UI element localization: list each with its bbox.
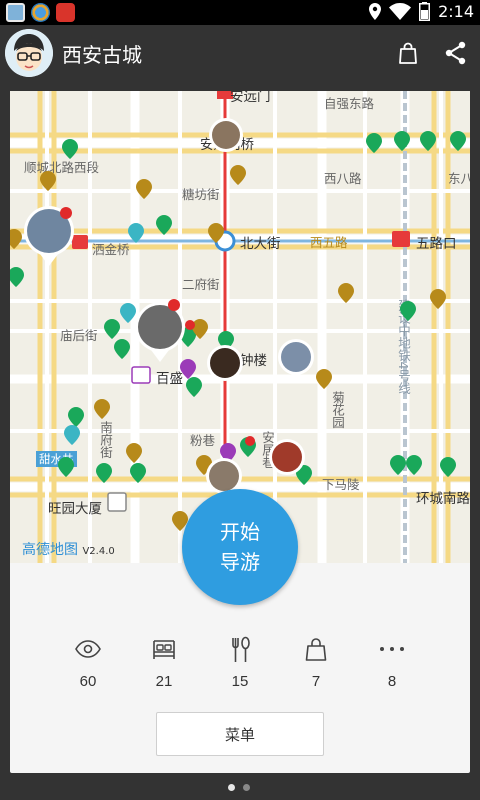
- category-hotels[interactable]: 21: [126, 635, 202, 700]
- category-count: 7: [311, 673, 321, 690]
- eye-icon: [75, 640, 101, 658]
- more-icon: [380, 647, 404, 651]
- page-indicator: [228, 784, 250, 791]
- category-more[interactable]: 8: [354, 635, 430, 700]
- title-bar: 西安古城: [0, 25, 480, 81]
- map-version: V2.4.0: [82, 546, 115, 557]
- fork-spoon-icon: [232, 636, 250, 662]
- category-count: 15: [231, 673, 249, 690]
- bed-icon: [153, 640, 175, 659]
- share-icon[interactable]: [442, 39, 470, 67]
- category-count: 8: [387, 673, 397, 690]
- shopping-bag-icon: [305, 638, 327, 661]
- page-title: 西安古城: [62, 43, 142, 67]
- category-food[interactable]: 15: [202, 635, 278, 700]
- page-dot[interactable]: [243, 784, 250, 791]
- category-sights[interactable]: 60: [50, 635, 126, 700]
- wifi-icon: [389, 3, 412, 20]
- browser-app-icon: [31, 3, 50, 22]
- page-dot-active[interactable]: [228, 784, 235, 791]
- clock: 2:14: [438, 2, 474, 21]
- start-tour-button[interactable]: 开始 导游: [182, 489, 298, 605]
- status-bar: 2:14: [0, 0, 480, 25]
- location-icon: [369, 3, 382, 20]
- map-watermark: 高德地图 V2.4.0: [22, 539, 115, 559]
- category-shopping[interactable]: 7: [278, 635, 354, 700]
- map-provider-logo: 高德地图: [22, 542, 78, 558]
- security-app-icon: [56, 3, 75, 22]
- gallery-app-icon: [6, 3, 25, 22]
- shopping-bag-icon[interactable]: [394, 39, 422, 67]
- category-count: 21: [155, 673, 173, 690]
- menu-button[interactable]: 菜单: [156, 712, 324, 756]
- category-bar: 60 21 15 7 8: [50, 635, 430, 700]
- avatar[interactable]: [5, 29, 53, 77]
- avatar-cartoon-icon: [5, 29, 53, 77]
- start-tour-label-line2: 导游: [220, 550, 260, 574]
- start-tour-label-line1: 开始: [220, 520, 260, 544]
- category-count: 60: [79, 673, 97, 690]
- battery-icon: [419, 2, 431, 21]
